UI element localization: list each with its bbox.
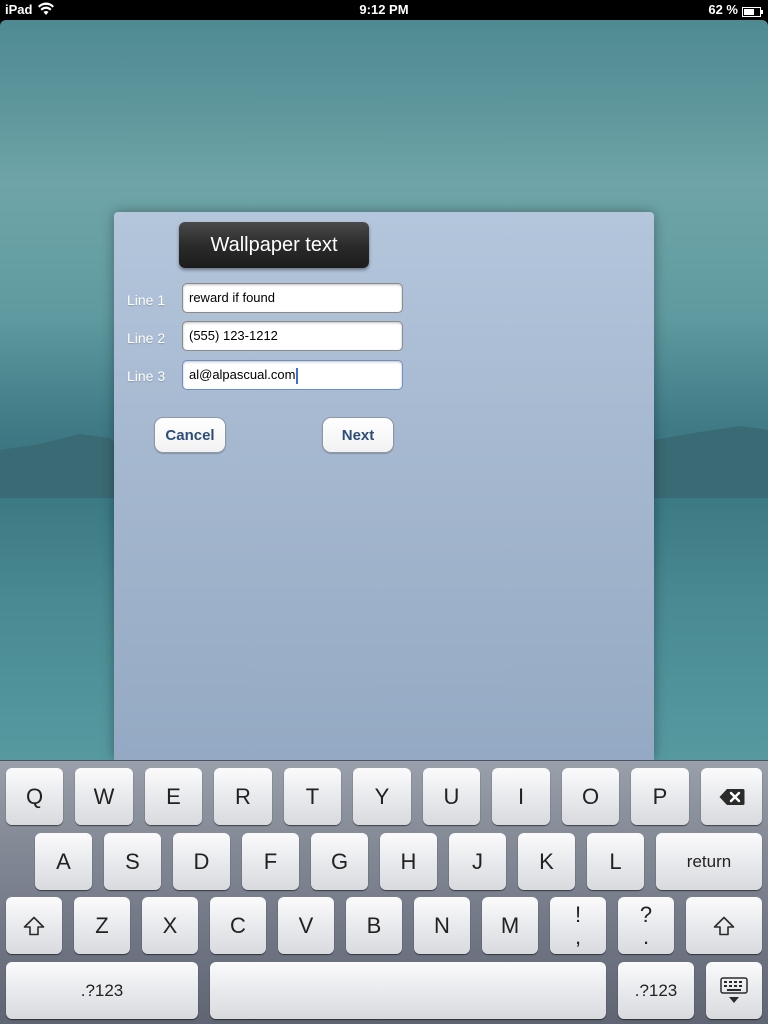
key-g[interactable]: G	[311, 833, 368, 890]
dismiss-keyboard-key[interactable]	[706, 962, 762, 1019]
line-1-value: reward if found	[189, 290, 275, 305]
key-m[interactable]: M	[482, 897, 538, 954]
line-3-label: Line 3	[127, 368, 166, 384]
key-b[interactable]: B	[346, 897, 402, 954]
key-z[interactable]: Z	[74, 897, 130, 954]
left-shift-key[interactable]	[6, 897, 62, 954]
wallpaper-text-dialog: Wallpaper text Line 1 reward if found Li…	[114, 212, 654, 760]
on-screen-keyboard: Q W E R T Y U I O P A S D F G H J K L re…	[0, 760, 768, 1024]
dialog-title: Wallpaper text	[179, 222, 369, 268]
key-x[interactable]: X	[142, 897, 198, 954]
question-char: ?	[639, 901, 653, 927]
keyboard-dismiss-icon	[720, 976, 748, 1005]
next-button[interactable]: Next	[322, 417, 394, 453]
key-f[interactable]: F	[242, 833, 299, 890]
line-2-value: (555) 123-1212	[189, 328, 278, 343]
key-v[interactable]: V	[278, 897, 334, 954]
key-k[interactable]: K	[518, 833, 575, 890]
numbers-key-right[interactable]: .?123	[618, 962, 694, 1019]
comma-char: ,	[574, 923, 582, 949]
numbers-key-left[interactable]: .?123	[6, 962, 198, 1019]
period-char: .	[642, 923, 650, 949]
key-question-period[interactable]: ? .	[618, 897, 674, 954]
key-a[interactable]: A	[35, 833, 92, 890]
line-1-label: Line 1	[127, 292, 166, 308]
key-n[interactable]: N	[414, 897, 470, 954]
key-c[interactable]: C	[210, 897, 266, 954]
line-3-value: al@alpascual.com	[189, 367, 296, 382]
shift-icon	[23, 916, 45, 936]
key-o[interactable]: O	[562, 768, 619, 825]
return-key[interactable]: return	[656, 833, 762, 890]
key-p[interactable]: P	[631, 768, 689, 825]
line-2-input[interactable]: (555) 123-1212	[182, 321, 403, 351]
key-d[interactable]: D	[173, 833, 230, 890]
exclamation-char: !	[574, 901, 582, 927]
key-h[interactable]: H	[380, 833, 437, 890]
clock: 9:12 PM	[359, 2, 409, 17]
line-3-input[interactable]: al@alpascual.com	[182, 360, 403, 390]
key-l[interactable]: L	[587, 833, 644, 890]
status-bar: iPad 9:12 PM 62 %	[0, 0, 768, 20]
key-s[interactable]: S	[104, 833, 161, 890]
backspace-key[interactable]	[701, 768, 762, 825]
key-w[interactable]: W	[75, 768, 133, 825]
key-u[interactable]: U	[423, 768, 480, 825]
key-i[interactable]: I	[492, 768, 550, 825]
text-caret	[296, 367, 299, 384]
key-q[interactable]: Q	[6, 768, 63, 825]
cancel-button[interactable]: Cancel	[154, 417, 226, 453]
right-shift-key[interactable]	[686, 897, 762, 954]
key-y[interactable]: Y	[353, 768, 411, 825]
battery-percentage: 62 %	[708, 2, 738, 17]
key-t[interactable]: T	[284, 768, 341, 825]
key-r[interactable]: R	[214, 768, 272, 825]
key-j[interactable]: J	[449, 833, 506, 890]
space-bar[interactable]	[210, 962, 606, 1019]
battery-icon	[742, 5, 764, 17]
backspace-icon	[719, 788, 745, 806]
line-1-input[interactable]: reward if found	[182, 283, 403, 313]
shift-icon	[713, 916, 735, 936]
key-e[interactable]: E	[145, 768, 202, 825]
line-2-label: Line 2	[127, 330, 166, 346]
key-exclamation-comma[interactable]: ! ,	[550, 897, 606, 954]
